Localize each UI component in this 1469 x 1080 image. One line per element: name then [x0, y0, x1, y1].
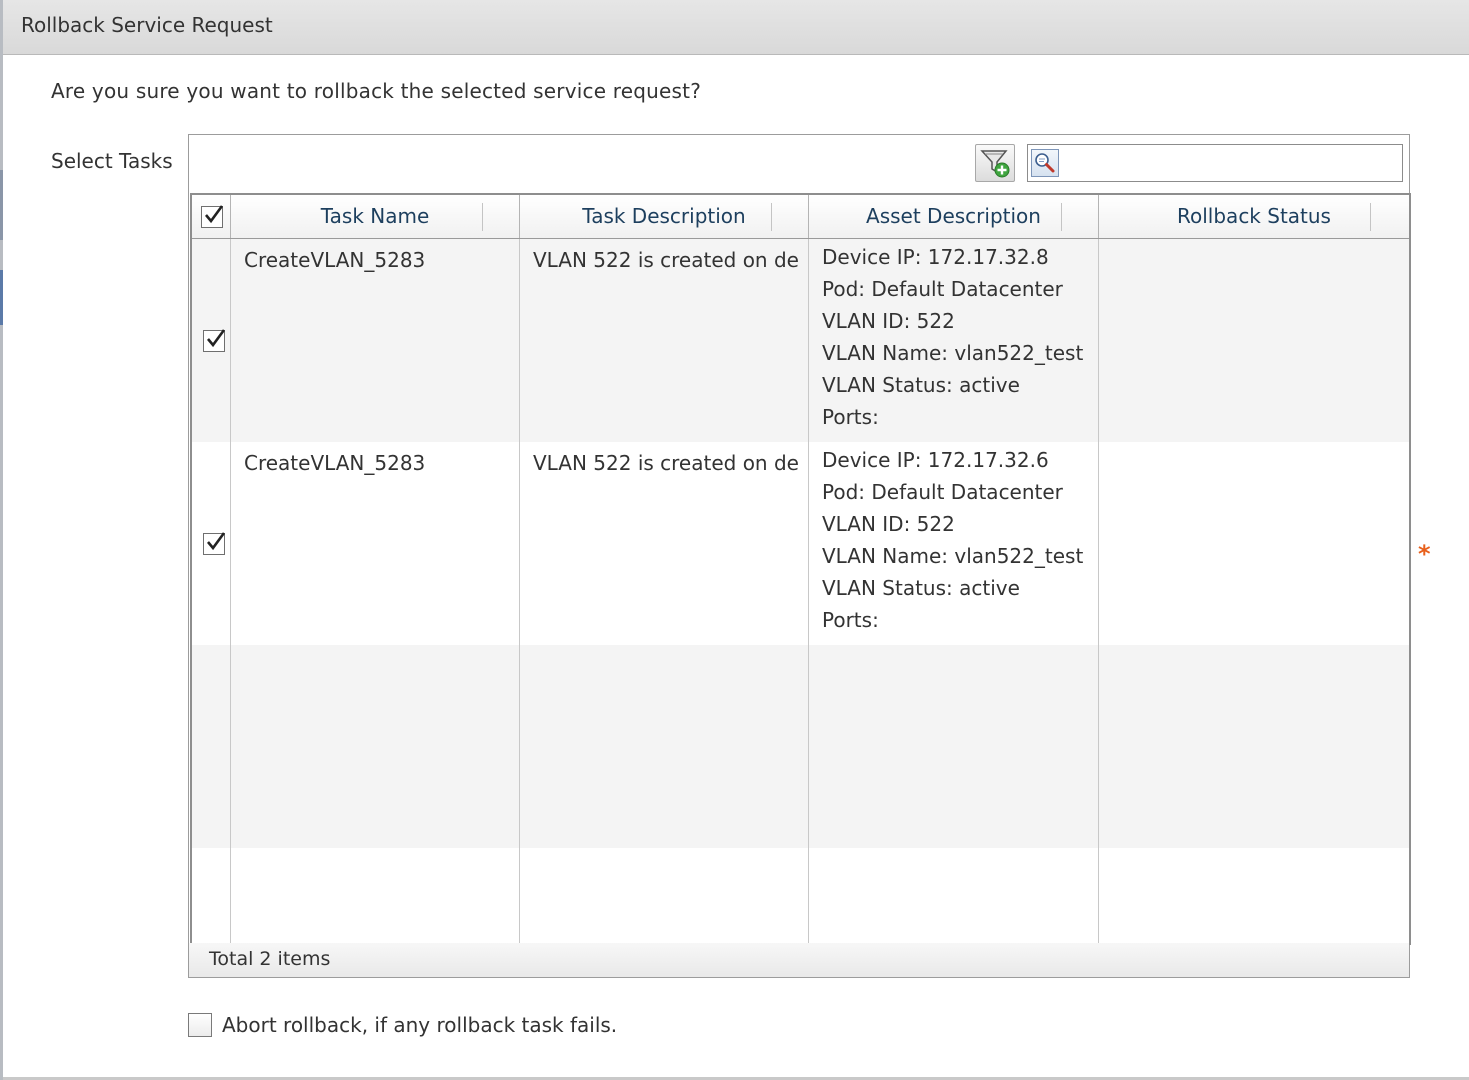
empty-row — [192, 645, 1409, 848]
abort-rollback-label[interactable]: Abort rollback, if any rollback task fai… — [222, 1013, 617, 1037]
required-indicator: * — [1418, 540, 1431, 568]
checkmark-icon — [207, 329, 226, 348]
grid-toolbar — [189, 135, 1409, 193]
row-checkbox[interactable] — [203, 329, 226, 352]
asset-line: VLAN Name: vlan522_test — [822, 544, 1084, 568]
column-header-task-name[interactable]: Task Name — [231, 195, 520, 238]
asset-line: Device IP: 172.17.32.8 — [822, 245, 1049, 269]
select-all-checkbox[interactable] — [201, 205, 224, 228]
asset-line: VLAN Status: active — [822, 373, 1020, 397]
column-header-label: Asset Description — [866, 204, 1041, 228]
task-name-cell: CreateVLAN_5283 — [244, 248, 426, 272]
search-box[interactable] — [1027, 144, 1403, 182]
asset-line: VLAN ID: 522 — [822, 512, 955, 536]
column-divider — [519, 239, 520, 943]
dialog-title: Rollback Service Request — [21, 13, 273, 37]
column-header-asset-description[interactable]: Asset Description — [809, 195, 1099, 238]
row-checkbox[interactable] — [203, 532, 226, 555]
window-left-edge — [0, 0, 3, 1080]
asset-line: Pod: Default Datacenter — [822, 277, 1063, 301]
table-row[interactable]: CreateVLAN_5283 VLAN 522 is created on d… — [192, 442, 1409, 645]
asset-line: Pod: Default Datacenter — [822, 480, 1063, 504]
edge-segment — [0, 170, 3, 240]
tasks-grid-panel: CreateVLAN_5283 VLAN 522 is created on d… — [188, 134, 1411, 978]
asset-description-cell: Device IP: 172.17.32.8 Pod: Default Data… — [822, 241, 1098, 433]
confirm-question: Are you sure you want to rollback the se… — [51, 79, 702, 103]
column-header-rollback-status[interactable]: Rollback Status — [1099, 195, 1409, 238]
column-resize-handle[interactable] — [1061, 203, 1062, 231]
column-divider — [808, 239, 809, 943]
edge-segment — [0, 270, 3, 325]
asset-line: VLAN Name: vlan522_test — [822, 341, 1084, 365]
grid-footer: Total 2 items — [189, 943, 1409, 977]
table-header: Task Name Task Description Asset Descrip… — [192, 195, 1409, 239]
column-resize-handle[interactable] — [1370, 203, 1371, 231]
add-filter-button[interactable] — [975, 144, 1015, 182]
asset-line: VLAN ID: 522 — [822, 309, 955, 333]
search-input[interactable] — [1062, 147, 1402, 181]
task-description-cell: VLAN 522 is created on de — [533, 248, 799, 272]
filter-add-icon — [980, 150, 1010, 178]
asset-line: VLAN Status: active — [822, 576, 1020, 600]
checkmark-icon — [207, 532, 226, 551]
table-row[interactable]: CreateVLAN_5283 VLAN 522 is created on d… — [192, 239, 1409, 442]
abort-rollback-checkbox[interactable] — [188, 1013, 212, 1037]
asset-line: Ports: — [822, 405, 879, 429]
column-header-label: Task Name — [320, 204, 430, 228]
column-header-label: Rollback Status — [1177, 204, 1331, 228]
empty-row — [192, 848, 1409, 943]
asset-line: Device IP: 172.17.32.6 — [822, 448, 1049, 472]
column-divider — [230, 239, 231, 943]
total-items-count: Total 2 items — [209, 948, 331, 970]
tasks-table: CreateVLAN_5283 VLAN 522 is created on d… — [190, 193, 1411, 945]
select-all-header[interactable] — [192, 195, 231, 238]
search-icon — [1031, 149, 1059, 177]
column-header-task-description[interactable]: Task Description — [520, 195, 809, 238]
column-divider — [1098, 239, 1099, 943]
asset-line: Ports: — [822, 608, 879, 632]
asset-description-cell: Device IP: 172.17.32.6 Pod: Default Data… — [822, 444, 1098, 636]
column-header-label: Task Description — [582, 204, 746, 228]
select-tasks-label: Select Tasks — [51, 149, 173, 173]
column-resize-handle[interactable] — [771, 203, 772, 231]
checkmark-icon — [205, 205, 224, 224]
task-name-cell: CreateVLAN_5283 — [244, 451, 426, 475]
column-resize-handle[interactable] — [482, 203, 483, 231]
task-description-cell: VLAN 522 is created on de — [533, 451, 799, 475]
dialog-titlebar[interactable]: Rollback Service Request — [3, 0, 1469, 55]
